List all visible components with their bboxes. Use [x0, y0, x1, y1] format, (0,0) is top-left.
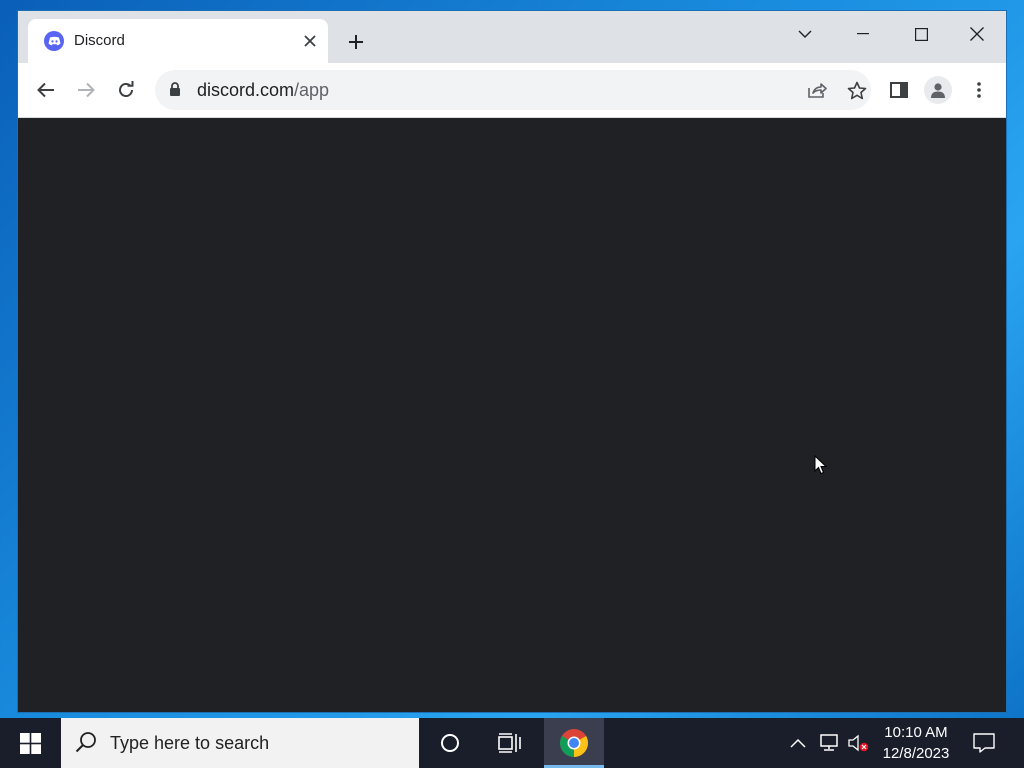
close-icon: [970, 27, 984, 41]
chevron-down-icon: [798, 30, 812, 38]
share-icon: [808, 83, 827, 98]
bookmark-button[interactable]: [845, 78, 869, 102]
maximize-button[interactable]: [898, 17, 944, 51]
cortana-button[interactable]: [422, 718, 478, 768]
reload-button[interactable]: [110, 74, 142, 106]
task-view-icon: [498, 733, 521, 753]
chevron-up-icon: [790, 738, 806, 748]
reload-icon: [119, 81, 134, 97]
taskbar-clock[interactable]: 10:10 AM 12/8/2023: [876, 722, 956, 764]
start-button[interactable]: [0, 718, 60, 768]
taskbar-chrome[interactable]: [544, 718, 604, 768]
task-view-button[interactable]: [482, 718, 538, 768]
profile-icon: [931, 83, 945, 98]
browser-toolbar: discord.com/app: [18, 63, 1006, 118]
tab-title: Discord: [74, 32, 125, 49]
lock-icon: [170, 82, 180, 96]
volume-muted-icon: [848, 734, 869, 752]
maximize-icon: [914, 27, 928, 41]
taskbar-search-box[interactable]: Type here to search: [61, 718, 419, 768]
tab-strip: Discord: [18, 11, 1006, 63]
search-placeholder: Type here to search: [110, 733, 270, 753]
url-text: discord.com/app: [197, 80, 329, 101]
tab-discord[interactable]: Discord: [28, 19, 328, 63]
show-hidden-icons-button[interactable]: [786, 718, 810, 768]
network-button[interactable]: [816, 718, 842, 768]
share-button[interactable]: [805, 78, 829, 102]
notifications-icon: [973, 733, 995, 753]
minimize-icon: [857, 33, 869, 35]
new-tab-button[interactable]: [342, 28, 370, 56]
chrome-icon: [560, 729, 588, 757]
url-path: /app: [294, 80, 330, 100]
forward-button[interactable]: [70, 74, 102, 106]
mouse-cursor-icon: [814, 455, 828, 475]
address-bar[interactable]: discord.com/app: [155, 70, 871, 110]
clock-time: 10:10 AM: [884, 724, 948, 741]
side-panel-icon: [890, 82, 908, 98]
menu-dots-icon: [977, 82, 981, 98]
close-window-button[interactable]: [954, 17, 1000, 51]
page-viewport: [18, 118, 1006, 712]
forward-arrow-icon: [78, 82, 95, 98]
tab-search-button[interactable]: [782, 17, 828, 51]
side-panel-button[interactable]: [883, 74, 915, 106]
bookmark-star-icon: [847, 81, 867, 99]
back-button[interactable]: [30, 74, 62, 106]
profile-button[interactable]: [924, 76, 952, 104]
clock-date: 12/8/2023: [882, 745, 950, 762]
taskbar: Type here to search 10:10 AM 12/8/2023: [0, 718, 1024, 768]
discord-icon: [44, 31, 64, 51]
search-icon: [75, 732, 96, 753]
network-icon: [820, 734, 838, 751]
volume-button[interactable]: [846, 718, 872, 768]
url-domain: discord.com: [197, 80, 295, 100]
windows-logo-icon: [19, 732, 41, 754]
menu-button[interactable]: [963, 74, 995, 106]
cortana-icon: [441, 734, 459, 752]
minimize-button[interactable]: [840, 17, 886, 51]
tab-close-icon[interactable]: [298, 29, 322, 53]
action-center-button[interactable]: [970, 718, 998, 768]
browser-window: Discord discord.com/app: [18, 11, 1006, 712]
back-arrow-icon: [37, 82, 54, 98]
plus-icon: [349, 35, 363, 49]
